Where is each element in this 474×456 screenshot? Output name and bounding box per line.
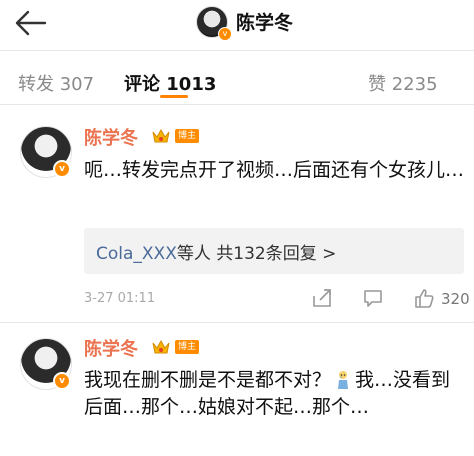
back-arrow-icon[interactable] — [12, 8, 48, 38]
v-verified-icon: v — [53, 160, 71, 178]
tabs-divider — [0, 104, 474, 105]
tab-reposts[interactable]: 转发 307 — [18, 70, 94, 96]
v-verified-icon: v — [218, 27, 232, 41]
comment-icon[interactable] — [362, 287, 384, 309]
reply-count: 等人 共132条回复 > — [176, 244, 337, 264]
author-tag: 博主 — [175, 340, 200, 354]
crown-icon — [152, 128, 170, 143]
tab-bar: 转发 307 评论 1013 赞 2235 — [0, 62, 474, 98]
comment-text: 呃…转发完点开了视频…后面还有个女孩儿… — [84, 159, 465, 181]
top-bar: v 陈学冬 — [0, 0, 474, 50]
comment-author[interactable]: 陈学冬 — [84, 335, 138, 361]
comment-time: 3-27 01:11 — [84, 291, 156, 306]
reply-user-link[interactable]: Cola_XXX — [96, 244, 177, 264]
like-count: 320 — [441, 290, 470, 308]
active-tab-indicator — [160, 95, 188, 98]
tab-likes[interactable]: 赞 2235 — [368, 70, 438, 96]
reply-summary[interactable]: Cola_XXX等人 共132条回复 > — [84, 228, 464, 274]
header-divider — [0, 50, 474, 51]
crown-icon — [152, 339, 170, 354]
comment-divider — [0, 322, 474, 323]
comment-text-part: 我现在删不删是不是都不对？ — [84, 369, 332, 391]
thumbs-up-icon[interactable] — [413, 287, 435, 309]
page-title: 陈学冬 — [236, 12, 294, 34]
reply-summary-text: Cola_XXX等人 共132条回复 > — [96, 239, 336, 264]
v-verified-icon: v — [53, 372, 71, 390]
comment-author[interactable]: 陈学冬 — [84, 124, 138, 150]
author-tag: 博主 — [175, 129, 200, 143]
comment-text: 我现在删不删是不是都不对？ 我…没看到后面…那个…姑娘对不起…那个… — [84, 367, 464, 421]
crying-figure-icon — [338, 371, 349, 389]
tab-comments[interactable]: 评论 1013 — [124, 70, 216, 96]
share-icon[interactable] — [311, 287, 333, 309]
